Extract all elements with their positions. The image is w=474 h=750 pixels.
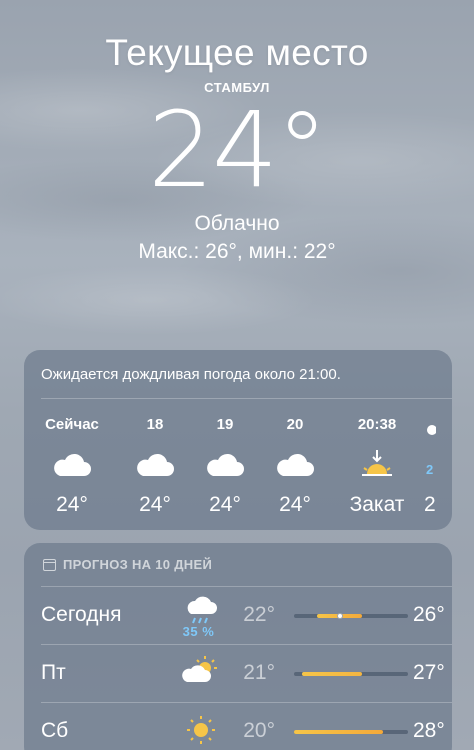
daily-row[interactable]: Сегодня 35 % 22° 26°	[41, 586, 452, 644]
temperature-range-bar	[294, 730, 408, 734]
partly-sunny-icon	[181, 654, 221, 695]
high-temperature: 27°	[413, 661, 445, 684]
location-title: Текущее место	[105, 32, 369, 73]
hour-label: 20:38	[357, 416, 397, 433]
hourly-forecast-card[interactable]: Ожидается дождливая погода около 21:00. …	[24, 350, 452, 530]
hour-temperature: Закат	[349, 493, 405, 516]
temperature-range-fill	[302, 672, 362, 676]
temperature-range-bar	[294, 672, 408, 676]
daily-row[interactable]: Сб 20° 28°	[41, 702, 452, 750]
hour-temperature: 24°	[209, 493, 241, 516]
hourly-forecast-note: Ожидается дождливая погода около 21:00.	[41, 366, 341, 383]
cloud-rain-icon: 2	[424, 446, 452, 486]
day-name: Сб	[41, 719, 69, 742]
low-temperature: 22°	[243, 603, 275, 626]
hourly-item: 19 24°	[190, 416, 260, 517]
current-temperature-dot	[337, 613, 343, 619]
sunset-icon	[342, 446, 412, 486]
low-temperature: 21°	[243, 661, 275, 684]
cloud-icon	[37, 446, 107, 486]
hour-temperature: 24°	[279, 493, 311, 516]
hour-temperature: 24°	[56, 493, 88, 516]
divider	[41, 586, 452, 587]
hourly-item: 20 24°	[260, 416, 330, 517]
hourly-item: 18 24°	[120, 416, 190, 517]
divider	[41, 702, 452, 703]
hourly-item: Сейчас 24°	[37, 416, 107, 517]
day-name: Сегодня	[41, 603, 122, 626]
hour-label: 18	[146, 416, 164, 433]
daily-forecast-header: ПРОГНОЗ НА 10 ДНЕЙ	[43, 557, 212, 572]
cloud-icon	[120, 446, 190, 486]
divider	[41, 644, 452, 645]
temperature-range-bar	[294, 613, 408, 619]
temperature-range-fill	[294, 730, 383, 734]
hourly-item-sunset: 20:38 Закат	[342, 416, 412, 517]
hour-label	[424, 416, 452, 436]
high-temperature: 26°	[413, 603, 445, 626]
cloud-icon	[190, 446, 260, 486]
daily-forecast-card[interactable]: ПРОГНОЗ НА 10 ДНЕЙ Сегодня 35 % 22° 26° …	[24, 543, 452, 750]
hourly-item-partial: 2 2	[424, 416, 452, 517]
high-temperature: 28°	[413, 719, 445, 742]
hour-label: Сейчас	[45, 416, 99, 433]
sun-icon	[181, 712, 221, 750]
current-temperature: 24°	[147, 89, 328, 211]
calendar-icon	[43, 558, 56, 571]
day-name: Пт	[41, 661, 66, 684]
cloud-icon	[260, 446, 330, 486]
hour-temperature: 24°	[139, 493, 171, 516]
hour-label: 19	[216, 416, 234, 433]
hour-label: 20	[286, 416, 304, 433]
hour-temperature: 2	[424, 493, 436, 516]
daily-forecast-title: ПРОГНОЗ НА 10 ДНЕЙ	[63, 557, 213, 572]
divider	[41, 398, 452, 399]
high-low-temperature: Макс.: 26°, мин.: 22°	[138, 240, 336, 263]
precip-fragment: 2	[426, 462, 433, 477]
weather-condition: Облачно	[194, 212, 280, 235]
precipitation-chance: 35 %	[182, 624, 215, 639]
daily-row[interactable]: Пт 21° 27°	[41, 644, 452, 702]
low-temperature: 20°	[243, 719, 275, 742]
